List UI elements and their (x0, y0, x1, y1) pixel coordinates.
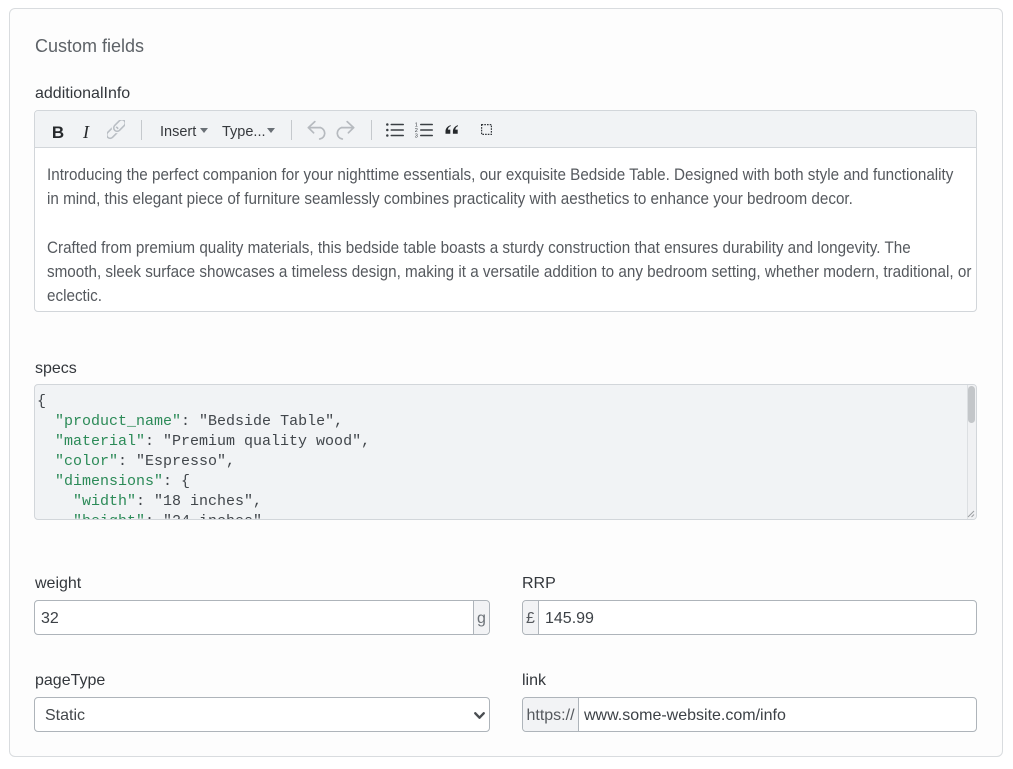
svg-text:3: 3 (414, 133, 417, 138)
